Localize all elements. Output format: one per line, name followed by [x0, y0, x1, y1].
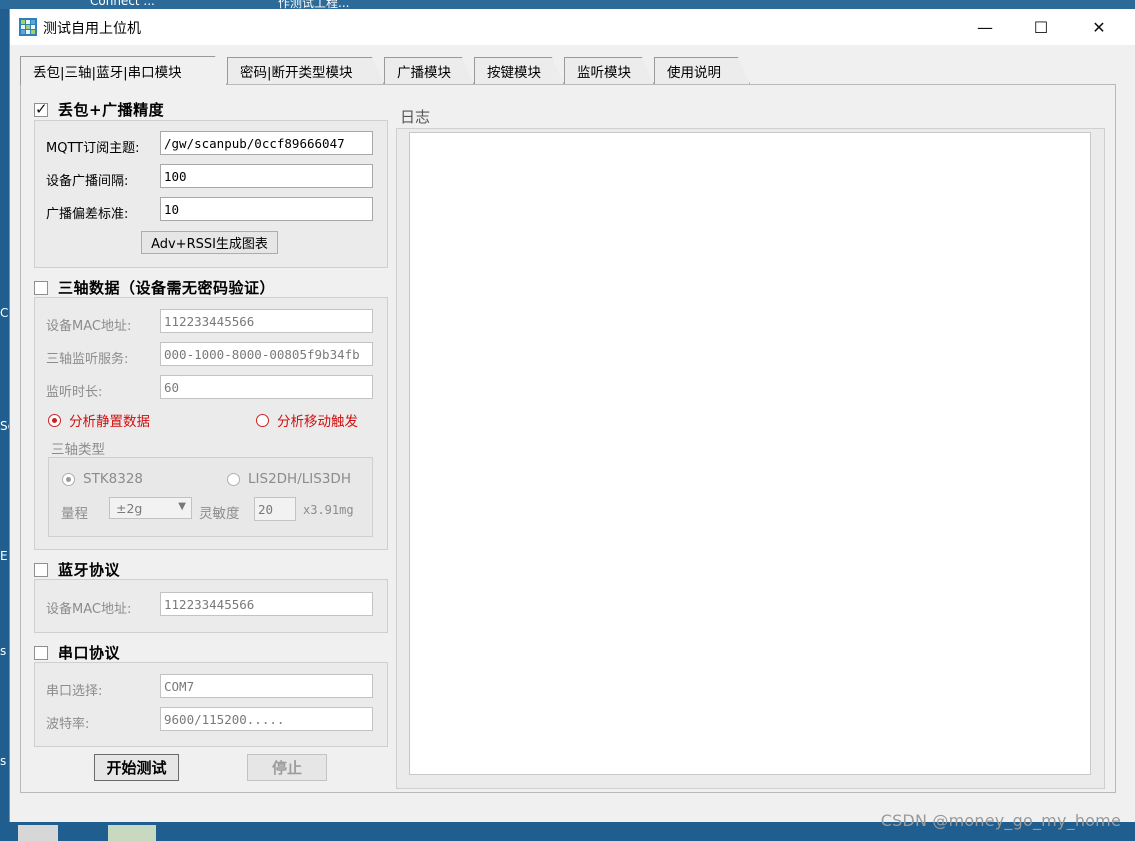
triaxial-section-title: 三轴数据（设备需无密码验证）	[58, 279, 276, 297]
log-textarea[interactable]	[409, 132, 1091, 775]
tab-key[interactable]: 按键模块	[474, 57, 564, 84]
bluetooth-checkbox[interactable]	[34, 562, 48, 577]
tab-password-disconnect[interactable]: 密码|断开类型模块	[227, 57, 384, 84]
triaxial-mac-label: 设备MAC地址:	[46, 319, 132, 334]
desktop-letter: C	[0, 306, 9, 320]
range-select[interactable]: ±2g ▼	[109, 497, 192, 519]
triaxial-type-group	[48, 457, 373, 537]
desktop-left-strip: C Se E s s	[0, 9, 15, 841]
maximize-icon: ☐	[1033, 17, 1049, 37]
main-window: 测试自用上位机 — ☐ ✕ 丢包|三轴|蓝牙|串口模块 密码|断开类型模块 广播…	[9, 9, 1135, 822]
range-label: 量程	[61, 506, 88, 522]
bluetooth-mac-label: 设备MAC地址:	[46, 602, 132, 617]
serial-section-title: 串口协议	[58, 644, 121, 662]
bluetooth-mac-input[interactable]: 112233445566	[160, 592, 373, 616]
log-label: 日志	[400, 108, 431, 126]
radio-analyze-motion-label: 分析移动触发	[277, 414, 358, 430]
triaxial-service-label: 三轴监听服务:	[46, 352, 129, 367]
generate-chart-button[interactable]: Adv+RSSI生成图表	[141, 231, 278, 254]
bluetooth-section-title: 蓝牙协议	[58, 561, 121, 579]
serial-checkbox[interactable]	[34, 645, 48, 660]
mqtt-topic-label: MQTT订阅主题:	[46, 141, 140, 156]
tab-loss-triaxial-bt-serial[interactable]: 丢包|三轴|蓝牙|串口模块	[20, 56, 227, 85]
start-test-button[interactable]: 开始测试	[94, 754, 179, 781]
radio-analyze-motion[interactable]: 分析移动触发	[256, 410, 358, 430]
broadcast-interval-input[interactable]: 100	[160, 164, 373, 188]
desktop-letter: E	[0, 549, 8, 563]
range-value: ±2g	[116, 501, 143, 516]
broadcast-deviation-label: 广播偏差标准:	[46, 207, 129, 222]
maximize-button[interactable]: ☐	[1012, 9, 1070, 45]
triaxial-checkbox[interactable]	[34, 280, 48, 295]
chevron-down-icon: ▼	[178, 501, 186, 512]
broadcast-deviation-input[interactable]: 10	[160, 197, 373, 221]
loss-checkbox[interactable]	[34, 100, 48, 118]
broadcast-interval-label: 设备广播间隔:	[46, 174, 129, 189]
tab-help[interactable]: 使用说明	[654, 57, 750, 84]
listen-duration-label: 监听时长:	[46, 385, 103, 400]
triaxial-type-title: 三轴类型	[51, 442, 105, 458]
sensitivity-unit: x3.91mg	[303, 503, 354, 517]
close-button[interactable]: ✕	[1070, 9, 1128, 45]
watermark: CSDN @money_go_my_home	[880, 811, 1121, 830]
serial-port-input[interactable]: COM7	[160, 674, 373, 698]
radio-dot	[48, 413, 61, 427]
minimize-button[interactable]: —	[956, 9, 1014, 45]
tab-listen[interactable]: 监听模块	[564, 57, 654, 84]
desktop-icon[interactable]	[108, 825, 156, 841]
radio-lis2dh[interactable]: LIS2DH/LIS3DH	[227, 471, 351, 487]
radio-lis2dh-label: LIS2DH/LIS3DH	[248, 471, 351, 487]
radio-dot	[62, 472, 75, 486]
radio-dot	[256, 413, 269, 427]
radio-stk8328[interactable]: STK8328	[62, 471, 143, 487]
serial-port-label: 串口选择:	[46, 684, 103, 699]
loss-section-header[interactable]: 丢包+广播精度	[34, 99, 164, 120]
desktop-item: Connect ...	[90, 0, 155, 8]
listen-duration-input[interactable]: 60	[160, 375, 373, 399]
title-bar[interactable]: 测试自用上位机 — ☐ ✕	[10, 9, 1135, 45]
radio-analyze-static[interactable]: 分析静置数据	[48, 410, 150, 430]
radio-analyze-static-label: 分析静置数据	[69, 414, 150, 430]
stop-button[interactable]: 停止	[247, 754, 327, 781]
loss-section-title: 丢包+广播精度	[58, 101, 165, 119]
triaxial-mac-input[interactable]: 112233445566	[160, 309, 373, 333]
bluetooth-section-header[interactable]: 蓝牙协议	[34, 559, 120, 580]
app-icon	[19, 18, 37, 36]
baud-rate-input[interactable]: 9600/115200.....	[160, 707, 373, 731]
minimize-icon: —	[977, 17, 993, 37]
triaxial-service-input[interactable]: 000-1000-8000-00805f9b34fb	[160, 342, 373, 366]
desktop-top-strip: Connect ... 作测试工程...	[0, 0, 1135, 10]
desktop-letter: s	[0, 644, 7, 658]
baud-rate-label: 波特率:	[46, 717, 90, 732]
desktop-icon[interactable]	[18, 825, 58, 841]
desktop-letter: s	[0, 754, 7, 768]
sensitivity-label: 灵敏度	[199, 506, 240, 522]
sensitivity-input[interactable]: 20	[254, 497, 296, 521]
window-title: 测试自用上位机	[43, 21, 141, 37]
tab-broadcast[interactable]: 广播模块	[384, 57, 474, 84]
close-icon: ✕	[1092, 17, 1106, 37]
serial-section-header[interactable]: 串口协议	[34, 642, 120, 663]
radio-stk8328-label: STK8328	[83, 471, 144, 487]
triaxial-section-header[interactable]: 三轴数据（设备需无密码验证）	[34, 277, 275, 298]
radio-dot	[227, 472, 240, 486]
mqtt-topic-input[interactable]: /gw/scanpub/0ccf89666047	[160, 131, 373, 155]
